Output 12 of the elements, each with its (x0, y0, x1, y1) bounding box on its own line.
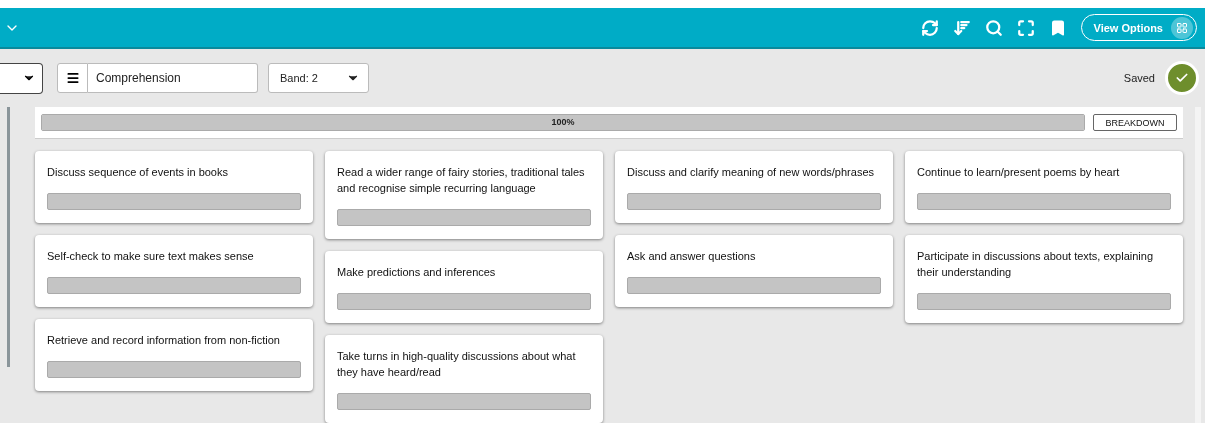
objective-title: Retrieve and record information from non-fiction (47, 333, 281, 348)
saved-status: Saved (1123, 72, 1155, 84)
objective-title: Self-check to make sure text makes sense (47, 249, 255, 264)
objective-title: Participate in discussions about texts, explaining their understanding (917, 249, 1155, 280)
objective-title: Take turns in high-quality discussions about what they have heard/read (337, 349, 577, 380)
objective-title: Continue to learn/present poems by heart (917, 165, 1121, 180)
progress-reading: 100% (550, 117, 576, 127)
objective-title: Make predictions and inferences (337, 265, 497, 280)
objective-title: Discuss sequence of events in books (47, 165, 229, 180)
objective-title: Ask and answer questions (627, 249, 757, 264)
objective-title: Discuss and clarify meaning of new words/phrases (627, 165, 875, 180)
objective-title: Read a wider range of fairy stories, traditional tales and recognise simple recurring language (337, 165, 586, 196)
